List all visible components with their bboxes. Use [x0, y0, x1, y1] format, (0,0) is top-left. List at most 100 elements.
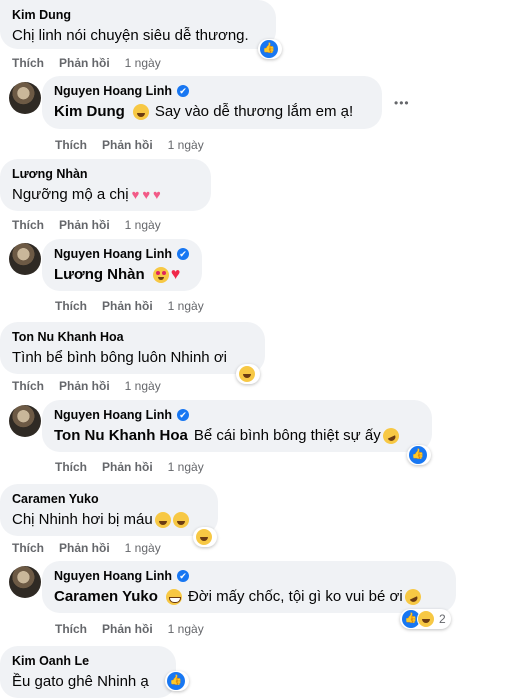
comment-actions: Thích Phản hồi 1 ngày [12, 217, 161, 233]
comment-bubble: Nguyen Hoang Linh ✔ Caramen Yuko Đời mấy … [42, 561, 456, 613]
timestamp[interactable]: 1 ngày [125, 217, 161, 233]
comment-bubble: Nguyen Hoang Linh ✔ Ton Nu Khanh Hoa Bể c… [42, 400, 432, 452]
comment-author[interactable]: Nguyen Hoang Linh [54, 407, 172, 423]
heart-eyes-emoji-icon [152, 267, 169, 283]
comment-author[interactable]: Kim Dung [12, 7, 264, 23]
pink-heart-emoji-icon: ♥ [142, 187, 151, 202]
timestamp[interactable]: 1 ngày [125, 378, 161, 394]
like-button[interactable]: Thích [55, 459, 87, 475]
like-button[interactable]: Thích [12, 217, 44, 233]
comment-text: Kim Dung Say vào dễ thương lắm em ạ! [54, 102, 370, 122]
more-options-icon[interactable]: ••• [394, 97, 410, 109]
comment-text: Caramen Yuko Đời mấy chốc, tội gì ko vui… [54, 586, 444, 608]
reply-button[interactable]: Phản hồi [59, 540, 110, 556]
reply-button[interactable]: Phản hồi [102, 298, 153, 314]
comment-bubble: Lương Nhàn Ngưỡng mộ a chị ♥ ♥ ♥ [0, 159, 211, 211]
comment-text: Chị Nhinh hơi bị máu [12, 510, 206, 530]
rofl-emoji-icon [402, 586, 424, 608]
rofl-emoji-icon [380, 425, 402, 447]
comment-text: Lương Nhàn ♥ [54, 265, 190, 285]
reaction-summary[interactable]: 👍 [165, 671, 189, 691]
laughing-emoji-icon [172, 512, 189, 528]
mention-link[interactable]: Kim Dung [54, 102, 125, 122]
reply-button[interactable]: Phản hồi [102, 137, 153, 153]
reply-button[interactable]: Phản hồi [102, 621, 153, 637]
reply-button[interactable]: Phản hồi [102, 459, 153, 475]
reply-button[interactable]: Phản hồi [59, 217, 110, 233]
comment-text: Chị linh nói chuyện siêu dễ thương. [12, 27, 249, 44]
grinning-emoji-icon [165, 589, 182, 605]
comment-actions: Thích Phản hồi 1 ngày [12, 55, 161, 71]
like-reaction-icon: 👍 [260, 40, 278, 58]
verified-badge-icon: ✔ [177, 85, 190, 97]
comment-actions: Thích Phản hồi 1 ngày [12, 540, 161, 556]
laughing-emoji-icon [132, 104, 149, 120]
comment-actions: Thích Phản hồi 1 ngày [55, 298, 204, 314]
comment-body: Ngưỡng mộ a chị [12, 186, 129, 203]
avatar[interactable] [9, 566, 41, 598]
comment-bubble: Kim Oanh Le Ều gato ghê Nhinh ạ [0, 646, 176, 698]
comment-actions: Thích Phản hồi 1 ngày [55, 621, 204, 637]
like-button[interactable]: Thích [12, 540, 44, 556]
comment-text: Ton Nu Khanh Hoa Bể cái bình bông thiệt … [54, 425, 420, 447]
like-button[interactable]: Thích [55, 137, 87, 153]
comment-author[interactable]: Caramen Yuko [12, 491, 206, 507]
timestamp[interactable]: 1 ngày [168, 621, 204, 637]
like-button[interactable]: Thích [12, 378, 44, 394]
verified-badge-icon: ✔ [177, 570, 190, 582]
like-reaction-icon: 👍 [167, 672, 185, 690]
timestamp[interactable]: 1 ngày [125, 55, 161, 71]
comment-bubble: Caramen Yuko Chị Nhinh hơi bị máu [0, 484, 218, 536]
reaction-summary[interactable] [193, 527, 217, 547]
timestamp[interactable]: 1 ngày [168, 459, 204, 475]
reaction-summary[interactable] [236, 364, 260, 384]
red-heart-emoji-icon: ♥ [170, 266, 181, 283]
comment-bubble: Nguyen Hoang Linh ✔ Lương Nhàn ♥ [42, 239, 202, 291]
comment-author[interactable]: Ton Nu Khanh Hoa [12, 329, 253, 345]
pink-heart-emoji-icon: ♥ [131, 187, 140, 202]
pink-heart-emoji-icon: ♥ [153, 187, 161, 202]
reaction-summary[interactable]: 👍 2 [400, 609, 451, 629]
comment-actions: Thích Phản hồi 1 ngày [55, 137, 204, 153]
comment-body: Chị Nhinh hơi bị máu [12, 511, 153, 528]
reaction-summary[interactable]: 👍 [258, 39, 282, 59]
reply-button[interactable]: Phản hồi [59, 55, 110, 71]
comment-text: Ngưỡng mộ a chị ♥ ♥ ♥ [12, 185, 199, 205]
laughing-emoji-icon [154, 512, 171, 528]
haha-reaction-icon [417, 610, 435, 628]
comment-body: Bể cái bình bông thiệt sự ấy [193, 427, 381, 444]
timestamp[interactable]: 1 ngày [168, 298, 204, 314]
haha-reaction-icon [195, 528, 213, 546]
comment-author[interactable]: Nguyen Hoang Linh [54, 83, 172, 99]
timestamp[interactable]: 1 ngày [125, 540, 161, 556]
comment-actions: Thích Phản hồi 1 ngày [12, 378, 161, 394]
comment-bubble: Ton Nu Khanh Hoa Tình bể bình bông luôn … [0, 322, 265, 374]
timestamp[interactable]: 1 ngày [168, 137, 204, 153]
comment-bubble: Nguyen Hoang Linh ✔ Kim Dung Say vào dễ t… [42, 76, 382, 129]
mention-link[interactable]: Ton Nu Khanh Hoa [54, 426, 188, 446]
comment-actions: Thích Phản hồi 1 ngày [55, 459, 204, 475]
mention-link[interactable]: Lương Nhàn [54, 265, 145, 285]
like-reaction-icon: 👍 [409, 446, 427, 464]
comment-body: Say vào dễ thương lắm em ạ! [154, 103, 354, 120]
mention-link[interactable]: Caramen Yuko [54, 587, 158, 607]
comment-text: Tình bể bình bông luôn Nhinh ơi [12, 349, 227, 366]
reaction-summary[interactable]: 👍 [407, 445, 431, 465]
like-button[interactable]: Thích [55, 298, 87, 314]
like-button[interactable]: Thích [12, 55, 44, 71]
comment-author[interactable]: Nguyen Hoang Linh [54, 246, 172, 262]
verified-badge-icon: ✔ [177, 409, 190, 421]
avatar[interactable] [9, 82, 41, 114]
reaction-count: 2 [439, 612, 446, 626]
comment-text: Ều gato ghê Nhinh ạ [12, 673, 149, 690]
comment-bubble: Kim Dung Chị linh nói chuyện siêu dễ thư… [0, 0, 276, 49]
comment-author[interactable]: Lương Nhàn [12, 166, 199, 182]
comment-author[interactable]: Kim Oanh Le [12, 653, 164, 669]
avatar[interactable] [9, 405, 41, 437]
comment-author[interactable]: Nguyen Hoang Linh [54, 568, 172, 584]
reply-button[interactable]: Phản hồi [59, 378, 110, 394]
like-button[interactable]: Thích [55, 621, 87, 637]
verified-badge-icon: ✔ [177, 248, 190, 260]
avatar[interactable] [9, 243, 41, 275]
haha-reaction-icon [238, 365, 256, 383]
